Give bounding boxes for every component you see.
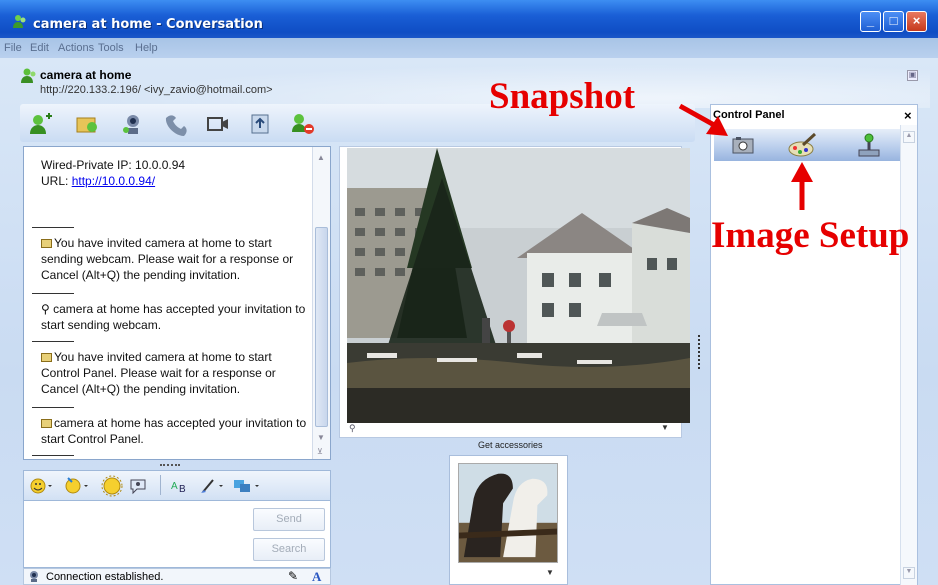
- scroll-end-icon[interactable]: ⊻: [317, 447, 323, 456]
- envelope-icon: [41, 353, 52, 362]
- wink-icon[interactable]: [64, 476, 90, 496]
- nudge-icon[interactable]: [100, 475, 124, 497]
- message-input[interactable]: Send Search: [23, 500, 331, 568]
- message-text: camera at home has accepted your invitat…: [41, 302, 306, 332]
- contact-status-icon: [21, 68, 36, 83]
- url-link[interactable]: http://10.0.0.94/: [72, 174, 155, 188]
- message-text: You have invited camera at home to start…: [41, 236, 294, 282]
- separator: [32, 341, 74, 342]
- separator: [32, 455, 74, 456]
- message-item: You have invited camera at home to start…: [41, 235, 311, 283]
- emoticon-icon[interactable]: [30, 477, 54, 495]
- control-panel-close-button[interactable]: ×: [904, 108, 912, 123]
- scroll-up-icon[interactable]: ▲: [317, 153, 325, 162]
- menu-bar: File Edit Actions Tools Help: [0, 38, 938, 58]
- block-icon[interactable]: [290, 112, 316, 136]
- splitter-grip[interactable]: [160, 464, 180, 467]
- message-text: You have invited camera at home to start…: [41, 350, 276, 396]
- contact-subtitle: http://220.133.2.196/ <ivy_zavio@hotmail…: [40, 84, 273, 96]
- scroll-down-icon[interactable]: ▼: [903, 567, 915, 579]
- control-panel-toolbar: [714, 129, 900, 161]
- close-button[interactable]: ×: [906, 11, 927, 32]
- get-accessories-label[interactable]: Get accessories: [478, 440, 543, 450]
- joystick-icon[interactable]: [856, 132, 882, 158]
- snapshot-arrow: [678, 103, 728, 136]
- chat-scrollbar[interactable]: ▲ ▼ ⊻: [312, 147, 330, 459]
- webcam-small-icon: ⚲: [349, 423, 356, 433]
- search-button[interactable]: Search: [253, 538, 325, 561]
- scroll-up-icon[interactable]: ▲: [903, 131, 915, 143]
- webcam-icon[interactable]: [120, 112, 146, 136]
- envelope-icon: [41, 239, 52, 248]
- url-line: URL: http://10.0.0.94/: [41, 173, 311, 189]
- webcam-small-icon: ⚲: [41, 302, 54, 316]
- messenger-icon: [13, 15, 26, 28]
- image-setup-arrow: [791, 162, 813, 210]
- chat-scroll-thumb[interactable]: [315, 227, 328, 427]
- control-panel-scrollbar[interactable]: ▲ ▼: [900, 125, 917, 585]
- display-picture-icon[interactable]: [232, 476, 262, 496]
- font-style-icon[interactable]: A: [312, 569, 321, 585]
- snapshot-annotation: Snapshot: [489, 76, 636, 117]
- call-icon[interactable]: [163, 112, 189, 136]
- voice-clip-icon[interactable]: [128, 476, 148, 496]
- url-label: URL:: [41, 174, 72, 188]
- invite-contact-icon[interactable]: [28, 112, 54, 136]
- video-resize-grip[interactable]: [698, 335, 701, 369]
- share-folder-icon[interactable]: [248, 112, 274, 136]
- menu-file[interactable]: File: [4, 42, 22, 54]
- accessories-arrow-icon[interactable]: ▼: [546, 568, 554, 577]
- connection-icon: [30, 571, 38, 582]
- contact-name: camera at home: [40, 68, 132, 82]
- ip-line: Wired-Private IP: 10.0.0.94: [41, 158, 186, 172]
- separator: [32, 407, 74, 408]
- window-title: camera at home - Conversation: [33, 17, 263, 32]
- message-item: You have invited camera at home to start…: [41, 349, 311, 397]
- svg-text:B: B: [179, 484, 186, 495]
- menu-actions[interactable]: Actions: [58, 42, 94, 54]
- send-files-icon[interactable]: [75, 112, 101, 136]
- svg-text:A: A: [171, 481, 178, 492]
- video-menu-arrow-icon[interactable]: ▼: [661, 423, 669, 432]
- menu-tools[interactable]: Tools: [98, 42, 124, 54]
- chat-history[interactable]: Wired-Private IP: 10.0.0.94 URL: http://…: [23, 146, 331, 460]
- snapshot-icon[interactable]: [732, 136, 754, 154]
- send-button[interactable]: Send: [253, 508, 325, 531]
- message-item: ⚲ camera at home has accepted your invit…: [41, 301, 311, 333]
- font-icon[interactable]: AB: [170, 476, 192, 496]
- image-setup-annotation: Image Setup: [711, 215, 910, 256]
- scroll-down-icon[interactable]: ▼: [317, 433, 325, 442]
- background-brush-icon[interactable]: [199, 476, 227, 496]
- maximize-button[interactable]: □: [883, 11, 904, 32]
- message-text: camera at home has accepted your invitat…: [41, 416, 307, 446]
- message-item: camera at home has accepted your invitat…: [41, 415, 311, 447]
- separator: [32, 227, 74, 228]
- title-bar: camera at home - Conversation _ □ ×: [0, 0, 938, 38]
- menu-help[interactable]: Help: [135, 42, 158, 54]
- webcam-video[interactable]: [347, 148, 690, 423]
- image-setup-icon[interactable]: [786, 132, 818, 158]
- display-picture[interactable]: [458, 463, 558, 563]
- video-icon[interactable]: [205, 112, 231, 136]
- status-text: Connection established.: [46, 571, 164, 583]
- pencil-icon[interactable]: ✎: [288, 569, 298, 583]
- minimize-button[interactable]: _: [860, 11, 881, 32]
- format-toolbar: AB: [23, 470, 331, 500]
- separator: [32, 293, 74, 294]
- collapse-header-button[interactable]: ▣: [907, 70, 918, 81]
- menu-edit[interactable]: Edit: [30, 42, 49, 54]
- status-bar: Connection established. ✎ A: [23, 568, 331, 585]
- envelope-icon: [41, 419, 52, 428]
- toolbar-divider: [160, 475, 161, 495]
